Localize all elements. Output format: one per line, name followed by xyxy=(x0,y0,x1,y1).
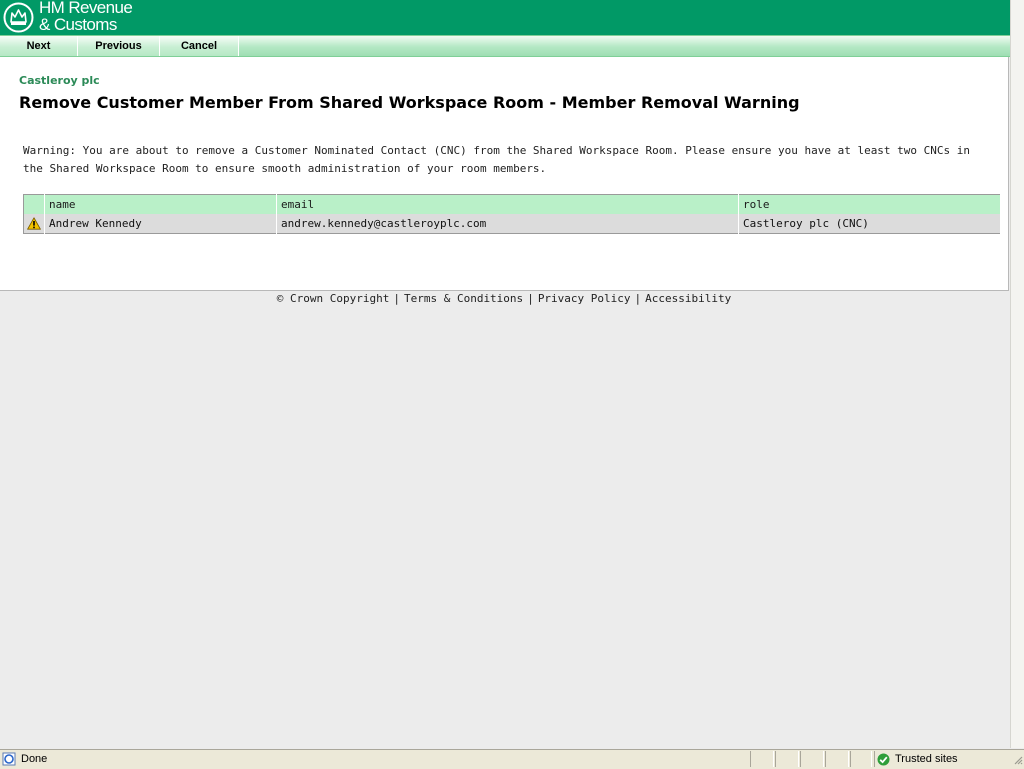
next-button[interactable]: Next xyxy=(0,36,78,56)
table-row: Andrew Kennedy andrew.kennedy@castleroyp… xyxy=(23,214,1001,234)
cancel-button[interactable]: Cancel xyxy=(160,36,239,56)
status-panel xyxy=(750,751,774,767)
security-zone-label: Trusted sites xyxy=(895,753,958,765)
column-header-role: role xyxy=(738,194,1001,214)
crown-crest-icon xyxy=(3,2,34,33)
terms-conditions-link[interactable]: Terms & Conditions xyxy=(404,292,523,305)
cell-name: Andrew Kennedy xyxy=(44,214,277,234)
cell-email: andrew.kennedy@castleroyplc.com xyxy=(276,214,739,234)
trusted-check-icon xyxy=(877,753,890,766)
members-table: name email role Andrew Kennedy andrew.ke… xyxy=(23,194,1001,234)
table-header-row: name email role xyxy=(23,194,1001,214)
page-title: Remove Customer Member From Shared Works… xyxy=(19,93,800,112)
brand-logo-text: HM Revenue & Customs xyxy=(39,0,133,34)
accessibility-link[interactable]: Accessibility xyxy=(645,292,731,305)
warning-message: Warning: You are about to remove a Custo… xyxy=(23,144,971,175)
security-zone: Trusted sites xyxy=(874,751,1011,767)
nav-bar: Next Previous Cancel xyxy=(0,35,1010,57)
row-icon-cell xyxy=(23,214,45,234)
footer-links: © Crown Copyright | Terms & Conditions | Pri… xyxy=(0,292,1008,305)
status-panel xyxy=(775,751,799,767)
cell-role: Castleroy plc (CNC) xyxy=(738,214,1001,234)
footer-separator: | xyxy=(634,292,642,305)
column-header-email: email xyxy=(276,194,739,214)
status-panel xyxy=(825,751,849,767)
warning-icon xyxy=(27,217,41,230)
privacy-policy-link[interactable]: Privacy Policy xyxy=(538,292,631,305)
status-panel xyxy=(850,751,872,767)
crown-copyright-link[interactable]: © Crown Copyright xyxy=(277,292,390,305)
resize-grip-icon[interactable] xyxy=(1011,753,1023,767)
icon-column-header xyxy=(23,194,45,214)
brand-line-2: & Customs xyxy=(39,15,117,34)
main-content: Castleroy plc Remove Customer Member Fro… xyxy=(0,57,1009,291)
vertical-scrollbar[interactable] xyxy=(1010,0,1024,748)
column-header-name: name xyxy=(44,194,277,214)
footer-separator: | xyxy=(393,292,400,305)
status-panel xyxy=(800,751,824,767)
footer-separator: | xyxy=(527,292,534,305)
page-icon xyxy=(2,752,16,766)
organisation-name: Castleroy plc xyxy=(19,74,100,87)
brand-header: HM Revenue & Customs xyxy=(0,0,1010,35)
status-text: Done xyxy=(21,753,48,765)
browser-status-bar: Done Trusted sites xyxy=(0,749,1024,769)
previous-button[interactable]: Previous xyxy=(78,36,160,56)
